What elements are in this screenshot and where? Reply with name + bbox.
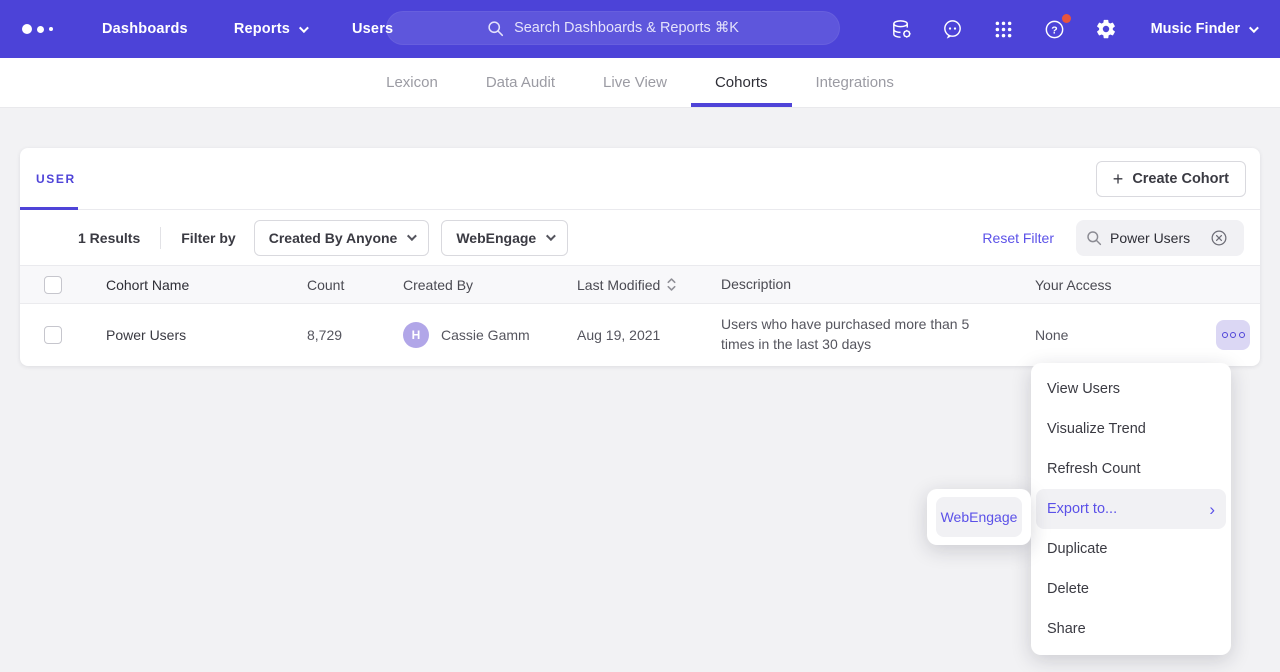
create-cohort-button[interactable]: + Create Cohort: [1096, 161, 1246, 197]
column-header-created-by: Created By: [403, 277, 577, 293]
reset-filter-link[interactable]: Reset Filter: [982, 230, 1054, 246]
filter-by-label: Filter by: [181, 230, 235, 246]
menu-item-delete[interactable]: Delete: [1031, 569, 1231, 609]
create-cohort-label: Create Cohort: [1132, 171, 1229, 187]
menu-item-view-users[interactable]: View Users: [1031, 369, 1231, 409]
results-count: 1 Results: [78, 230, 140, 246]
settings-gear-icon[interactable]: [1094, 17, 1118, 41]
tab-lexicon[interactable]: Lexicon: [362, 58, 462, 107]
mixpanel-logo-icon[interactable]: [22, 24, 68, 34]
row-checkbox[interactable]: [44, 326, 62, 344]
project-selector[interactable]: Music Finder: [1151, 21, 1256, 37]
submenu-item-webengage[interactable]: WebEngage: [936, 497, 1022, 537]
project-name: Music Finder: [1151, 21, 1240, 37]
cohort-search-input[interactable]: [1110, 230, 1202, 246]
data-settings-icon[interactable]: [890, 17, 914, 41]
clear-search-icon[interactable]: [1210, 229, 1228, 247]
feedback-chat-icon[interactable]: [941, 17, 965, 41]
tab-user[interactable]: USER: [36, 172, 76, 186]
row-more-options-button[interactable]: [1216, 320, 1250, 350]
cohort-search-box: [1076, 220, 1244, 256]
filter-toolbar: 1 Results Filter by Created By Anyone We…: [20, 210, 1260, 266]
secondary-navigation: Lexicon Data Audit Live View Cohorts Int…: [0, 58, 1280, 108]
description-cell: Users who have purchased more than 5 tim…: [721, 315, 1035, 354]
tab-data-audit[interactable]: Data Audit: [462, 58, 579, 107]
tab-cohorts[interactable]: Cohorts: [691, 58, 792, 107]
cohort-name-cell: Power Users: [106, 327, 307, 343]
divider: [160, 227, 161, 249]
svg-text:?: ?: [1051, 24, 1057, 36]
chevron-down-icon: [546, 231, 556, 241]
created-by-cell: Cassie Gamm: [441, 327, 530, 343]
cohorts-card: USER + Create Cohort 1 Results Filter by…: [20, 148, 1260, 366]
column-header-description: Description: [721, 275, 1035, 295]
column-header-count: Count: [307, 277, 403, 293]
avatar: H: [403, 322, 429, 348]
column-header-cohort-name: Cohort Name: [106, 277, 307, 293]
nav-item-reports-label: Reports: [234, 21, 290, 37]
top-navigation-bar: Dashboards Reports Users Search Dashboar…: [0, 0, 1280, 58]
help-icon[interactable]: ?: [1043, 17, 1067, 41]
search-icon: [1086, 230, 1102, 246]
apps-grid-icon[interactable]: [992, 17, 1016, 41]
last-modified-cell: Aug 19, 2021: [577, 327, 721, 343]
global-search-input[interactable]: Search Dashboards & Reports ⌘K: [386, 11, 840, 45]
webengage-filter-dropdown[interactable]: WebEngage: [441, 220, 568, 256]
your-access-cell: None: [1035, 327, 1198, 343]
plus-icon: +: [1113, 170, 1124, 188]
nav-item-reports[interactable]: Reports: [234, 21, 306, 37]
cohort-count-cell: 8,729: [307, 327, 403, 343]
chevron-right-icon: ›: [1209, 501, 1215, 518]
menu-item-duplicate[interactable]: Duplicate: [1031, 529, 1231, 569]
card-header: USER + Create Cohort: [20, 148, 1260, 210]
menu-item-visualize-trend[interactable]: Visualize Trend: [1031, 409, 1231, 449]
created-by-filter-dropdown[interactable]: Created By Anyone: [254, 220, 430, 256]
webengage-filter-label: WebEngage: [456, 230, 536, 246]
select-all-checkbox[interactable]: [44, 276, 62, 294]
nav-item-dashboards[interactable]: Dashboards: [102, 21, 188, 37]
notification-badge: [1062, 14, 1071, 23]
chevron-down-icon: [299, 23, 309, 33]
global-search-placeholder: Search Dashboards & Reports ⌘K: [514, 20, 739, 36]
sort-icon[interactable]: [667, 278, 676, 291]
menu-item-share[interactable]: Share: [1031, 609, 1231, 649]
menu-item-refresh-count[interactable]: Refresh Count: [1031, 449, 1231, 489]
tab-integrations[interactable]: Integrations: [792, 58, 918, 107]
column-header-your-access: Your Access: [1035, 277, 1198, 293]
chevron-down-icon: [407, 231, 417, 241]
menu-item-export-to[interactable]: Export to... ›: [1036, 489, 1226, 529]
menu-item-export-to-label: Export to...: [1047, 501, 1117, 517]
chevron-down-icon: [1249, 23, 1259, 33]
created-by-filter-label: Created By Anyone: [269, 230, 398, 246]
search-icon: [487, 20, 504, 37]
export-submenu: WebEngage: [927, 489, 1031, 545]
row-actions-context-menu: View Users Visualize Trend Refresh Count…: [1031, 363, 1231, 655]
column-header-last-modified: Last Modified: [577, 277, 660, 293]
table-header-row: Cohort Name Count Created By Last Modifi…: [20, 266, 1260, 304]
table-row[interactable]: Power Users 8,729 H Cassie Gamm Aug 19, …: [20, 304, 1260, 366]
active-tab-underline: [20, 207, 78, 210]
tab-live-view[interactable]: Live View: [579, 58, 691, 107]
